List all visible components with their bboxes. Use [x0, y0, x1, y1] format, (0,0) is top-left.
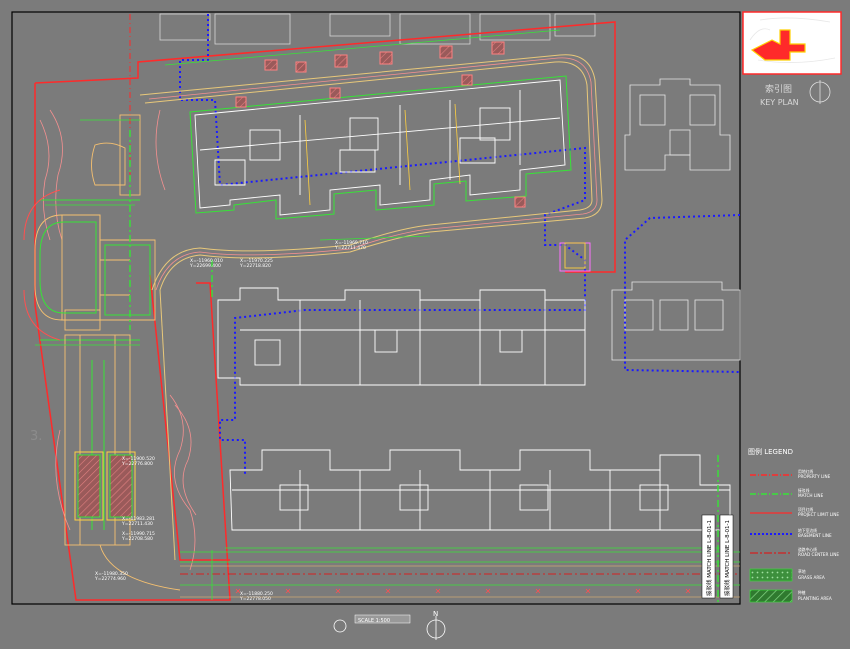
svg-text:PROPERTY LINE: PROPERTY LINE — [798, 474, 831, 479]
svg-text:种植: 种植 — [798, 590, 806, 595]
legend-title: 图例 LEGEND — [748, 447, 793, 456]
building-middle — [217, 287, 586, 386]
key-plan-title-en: KEY PLAN — [760, 98, 799, 107]
building-south — [229, 449, 731, 531]
building-north — [194, 79, 566, 216]
coord-y-6: Y=22699.400 — [189, 263, 221, 269]
legend-item-road-center-line: 道路中心线 ROAD CENTER LINE — [750, 547, 839, 557]
bottom-scale-bar: SCALE 1:500 — [333, 614, 411, 633]
match-line-note-2: 接驳线 MATCH LINE L-8-01-1 — [723, 520, 731, 596]
svg-text:PROJECT LIMIT LINE: PROJECT LIMIT LINE — [798, 512, 839, 517]
coord-y-1: Y=22774.960 — [94, 576, 126, 582]
west-plaza-red — [23, 189, 61, 341]
scale-label: SCALE 1:500 — [358, 618, 390, 624]
svg-text:PLANTING AREA: PLANTING AREA — [798, 596, 832, 601]
coord-y-7: Y=22718.820 — [239, 263, 271, 269]
north-arrow-icon: N — [426, 610, 446, 640]
svg-text:GRASS AREA: GRASS AREA — [798, 575, 825, 580]
legend-item-planting-area: 种植 PLANTING AREA — [749, 589, 832, 603]
svg-text:ROAD CENTER LINE: ROAD CENTER LINE — [798, 552, 839, 557]
service-box — [559, 242, 591, 272]
legend-item-grass-area: 草地 GRASS AREA — [749, 568, 825, 582]
svg-text:MATCH LINE: MATCH LINE — [798, 493, 824, 498]
scale-circle-icon — [333, 619, 347, 633]
building-north-inner — [304, 103, 461, 206]
west-plaza-green — [39, 199, 151, 341]
coord-y-8: Y=22711.470 — [334, 245, 366, 251]
coord-y-3: Y=22708.580 — [121, 536, 153, 542]
key-plan-title-cn: 索引图 — [765, 83, 792, 95]
context-building-east — [611, 78, 741, 361]
legend: 图例 LEGEND 用地红线 PROPERTY LINE 接驳线 MATCH L… — [748, 447, 839, 603]
service-box-inner — [564, 242, 586, 269]
bottom-road — [180, 551, 740, 586]
faded-label: 3. — [30, 429, 42, 444]
road-x-marks — [235, 588, 691, 594]
landscape-paths — [139, 54, 603, 561]
site-plan-drawing: X=-11980.350 Y=22774.960 X=-11983.281 Y=… — [11, 11, 842, 640]
legend-item-project-limit-line: 项目红线 PROJECT LIMIT LINE — [750, 507, 839, 517]
svg-text:草地: 草地 — [798, 569, 806, 574]
coord-y-2: Y=22711.430 — [121, 521, 153, 527]
legend-item-match-line: 接驳线 MATCH LINE — [750, 488, 824, 498]
svg-text:BASEMENT LINE: BASEMENT LINE — [798, 533, 832, 538]
coord-y-4: Y=22778.050 — [239, 596, 271, 602]
legend-item-property-line: 用地红线 PROPERTY LINE — [750, 469, 831, 479]
key-plan-panel: 索引图 KEY PLAN — [742, 11, 842, 107]
svg-text:N: N — [433, 610, 438, 618]
north-planters — [235, 41, 526, 208]
coord-y-5: Y=22776.800 — [121, 461, 153, 467]
legend-item-basement-line: 地下室边线 BASEMENT LINE — [750, 528, 832, 538]
match-line-note-1: 接驳线 MATCH LINE L-8-01-1 — [705, 520, 713, 596]
